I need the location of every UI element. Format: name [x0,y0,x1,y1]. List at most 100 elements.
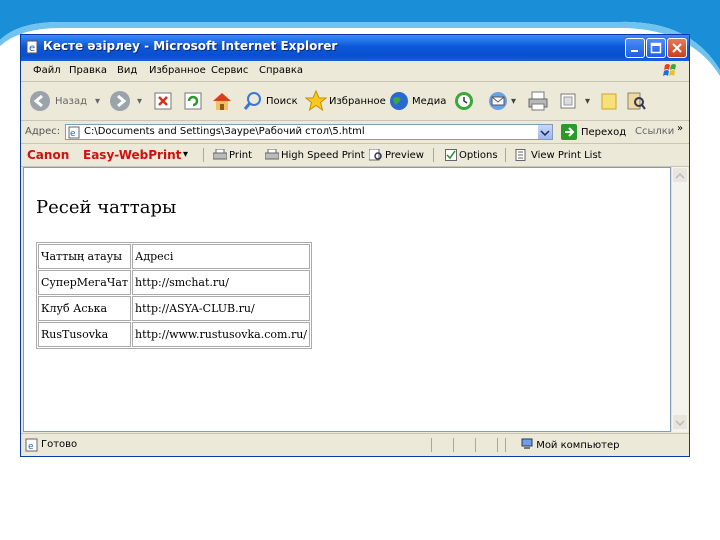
discuss-button[interactable] [599,89,619,113]
scroll-up-button[interactable] [673,168,687,182]
edit-button[interactable]: ▾ [559,89,590,113]
research-icon [627,92,646,110]
table-row: RusTusovka http://www.rustusovka.com.ru/ [38,322,310,347]
go-button[interactable]: Переход [561,124,626,140]
chevron-right-icon[interactable]: » [677,123,683,134]
canon-view-print-list-button[interactable]: View Print List [515,149,602,161]
refresh-button[interactable] [183,89,203,113]
menu-help[interactable]: Справка [259,65,303,76]
svg-text:e: e [70,129,76,139]
chevron-down-icon: ▾ [137,95,143,107]
note-icon [601,93,617,110]
printer-icon [528,91,548,111]
print-button[interactable] [527,89,549,113]
ie-page-icon: e [26,40,38,54]
back-arrow-icon [30,91,50,111]
table-row: СуперМегаЧат http://smchat.ru/ [38,270,310,295]
messenger-button[interactable] [625,89,647,113]
stop-icon [154,92,172,110]
address-bar: Адрес: e C:\Documents and Settings\Зауре… [21,121,689,144]
search-button[interactable]: Поиск [243,89,298,113]
edit-page-icon [560,93,576,109]
page-done-icon: e [25,438,38,452]
table-row: Клуб Аська http://ASYA-CLUB.ru/ [38,296,310,321]
chevron-up-icon [675,172,685,179]
menu-tools[interactable]: Сервис [211,65,248,76]
svg-text:e: e [28,442,34,452]
table-cell: СуперМегаЧат [38,270,132,295]
table-cell: http://www.rustusovka.com.ru/ [132,322,310,347]
home-button[interactable] [211,89,233,113]
canon-preview-button[interactable]: Preview [369,149,424,161]
chevron-down-icon [540,130,550,137]
table-header-row: Чаттың атауы Адресі [38,244,310,269]
scroll-down-button[interactable] [673,415,687,429]
page-heading: Ресей чаттары [36,197,177,218]
easy-webprint-menu[interactable]: Easy-WebPrint [83,148,181,162]
address-input[interactable]: e C:\Documents and Settings\Зауре\Рабочи… [65,124,553,140]
computer-icon [521,438,533,449]
mail-icon [489,92,507,110]
stop-button[interactable] [153,89,173,113]
back-button[interactable]: Назад ▾ [29,89,100,113]
ie-window: e Кесте әзірлеу - Microsoft Internet Exp… [20,34,690,457]
menu-view[interactable]: Вид [117,65,137,76]
canon-high-speed-print-button[interactable]: High Speed Print [265,149,365,161]
menu-bar: Файл Правка Вид Избранное Сервис Справка [21,61,689,82]
chevron-down-icon: ▾ [95,95,101,107]
chat-table: Чаттың атауы Адресі СуперМегаЧат http://… [36,242,312,349]
history-button[interactable] [453,89,475,113]
page-content: Ресей чаттары Чаттың атауы Адресі СуперМ… [23,167,671,432]
globe-icon [390,92,408,110]
standard-toolbar: Назад ▾ ▾ Поиск Избранное Медиа ▾ ▾ [21,82,689,121]
links-button[interactable]: Ссылки [635,126,674,137]
chevron-down-icon [675,420,685,427]
canon-toolbar: Canon Easy-WebPrint ▾ Print High Speed P… [21,144,689,167]
minimize-icon [631,50,638,52]
maximize-button[interactable] [646,38,666,58]
security-zone: Мой компьютер [521,438,620,451]
forward-button[interactable]: ▾ [109,89,142,113]
address-label: Адрес: [25,126,61,137]
close-icon [672,43,682,53]
preview-icon [369,149,382,161]
printer-icon [213,149,227,160]
canon-logo: Canon [27,148,70,162]
status-bar: e Готово Мой компьютер [21,433,689,456]
vertical-scrollbar[interactable] [671,167,688,432]
refresh-icon [184,92,202,110]
svg-text:e: e [29,43,35,54]
mail-button[interactable]: ▾ [487,89,516,113]
table-header-cell: Адресі [132,244,310,269]
canon-options-button[interactable]: Options [445,149,498,161]
maximize-icon [650,42,662,54]
fast-printer-icon [265,149,279,160]
table-cell: http://smchat.ru/ [132,270,310,295]
list-icon [515,149,526,161]
windows-flag-icon [655,62,685,80]
history-icon [455,92,473,110]
table-cell: RusTusovka [38,322,132,347]
favorites-button[interactable]: Избранное [305,89,386,113]
address-dropdown-button[interactable] [538,125,552,139]
menu-file[interactable]: Файл [33,65,61,76]
close-button[interactable] [667,38,687,58]
address-value: C:\Documents and Settings\Зауре\Рабочий … [84,126,365,137]
html-file-icon: e [68,126,80,139]
canon-print-button[interactable]: Print [213,149,252,161]
checkbox-icon [445,149,457,161]
table-cell: Клуб Аська [38,296,132,321]
star-icon [305,90,327,112]
menu-favorites[interactable]: Избранное [149,65,206,76]
search-icon [243,92,261,110]
minimize-button[interactable] [625,38,645,58]
menu-edit[interactable]: Правка [69,65,107,76]
chevron-down-icon: ▾ [511,95,517,107]
chevron-down-icon[interactable]: ▾ [183,149,188,160]
table-header-cell: Чаттың атауы [38,244,132,269]
forward-arrow-icon [110,91,130,111]
go-arrow-icon [561,124,577,140]
home-icon [213,93,231,110]
media-button[interactable]: Медиа [389,89,446,113]
title-bar[interactable]: e Кесте әзірлеу - Microsoft Internet Exp… [21,35,689,61]
